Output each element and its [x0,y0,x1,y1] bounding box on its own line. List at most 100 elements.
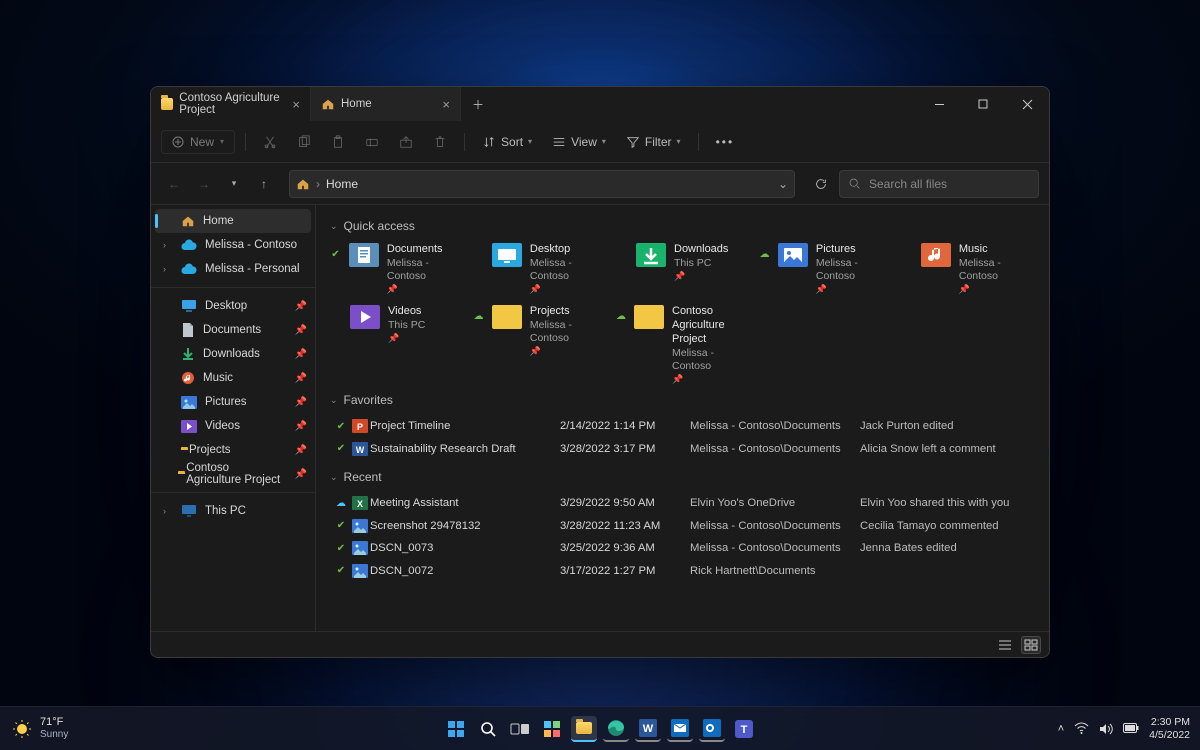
item-name: Pictures [816,243,892,257]
taskbar-outlook[interactable] [699,716,725,742]
start-button[interactable] [443,716,469,742]
system-clock[interactable]: 2:30 PM 4/5/2022 [1149,716,1190,741]
volume-icon[interactable] [1099,723,1113,735]
address-bar[interactable]: › Home ⌄ [289,170,795,198]
maximize-button[interactable] [961,87,1005,121]
file-row[interactable]: ✔WSustainability Research Draft3/28/2022… [330,438,1035,461]
pin-icon: 📌 [530,346,606,357]
share-button[interactable] [392,131,420,153]
close-button[interactable] [1005,87,1049,121]
recent-header[interactable]: ⌄Recent [330,470,1035,484]
taskbar-word[interactable]: W [635,716,661,742]
taskbar-teams[interactable]: T [731,716,757,742]
tab-active[interactable]: Home × [311,87,461,121]
pin-icon: 📌 [295,469,307,480]
file-row[interactable]: ✔Screenshot 294781323/28/2022 11:23 AMMe… [330,515,1035,538]
onedrive-icon [181,239,197,251]
refresh-button[interactable] [807,177,835,191]
file-date: 3/28/2022 11:23 AM [560,520,690,532]
sidebar-item[interactable]: Desktop📌 [151,294,315,318]
taskbar-edge[interactable] [603,716,629,742]
sidebar-item[interactable]: Documents📌 [151,318,315,342]
up-button[interactable]: ↑ [251,171,277,197]
taskbar-weather[interactable]: 71°F Sunny [0,716,68,741]
tray-chevron-up-icon[interactable]: ˄ [1058,723,1064,735]
quick-access-item[interactable]: ☁PicturesMelissa - Contoso📌 [759,241,892,297]
sidebar-item[interactable]: Pictures📌 [151,390,315,414]
file-row[interactable]: ✔PProject Timeline2/14/2022 1:14 PMMelis… [330,415,1035,438]
more-button[interactable]: ••• [709,131,742,153]
file-row[interactable]: ✔DSCN_00723/17/2022 1:27 PMRick Hartnett… [330,560,1035,583]
sidebar-item[interactable]: Videos📌 [151,414,315,438]
svg-text:P: P [357,422,363,432]
sort-button[interactable]: Sort▾ [475,131,539,153]
cloud-badge: ☁ [330,498,352,509]
quick-access-header[interactable]: ⌄Quick access [330,219,1035,233]
pin-icon: 📌 [295,445,307,456]
file-date: 2/14/2022 1:14 PM [560,420,690,432]
recent-locations-button[interactable]: ▾ [221,171,247,197]
filter-button[interactable]: Filter▾ [619,131,688,153]
quick-access-item[interactable]: DesktopMelissa - Contoso📌 [473,241,606,297]
forward-button[interactable]: → [191,171,217,197]
sidebar-item[interactable]: Home [155,209,311,233]
sidebar-item[interactable]: ›This PC [151,499,315,523]
task-view-button[interactable] [507,716,533,742]
wifi-icon[interactable] [1074,722,1089,735]
quick-access-item[interactable]: DownloadsThis PC📌 [616,241,749,297]
file-location: Rick Hartnett\Documents [690,565,860,577]
rename-button[interactable] [358,131,386,153]
sidebar-item[interactable]: ›Melissa - Personal [151,257,315,281]
cloud-badge: ☁ [473,311,484,322]
battery-icon[interactable] [1123,723,1139,734]
widgets-button[interactable] [539,716,565,742]
tab-close-button[interactable]: × [442,97,450,112]
weather-temp: 71°F [40,716,68,729]
tiles-view-button[interactable] [1021,636,1041,654]
breadcrumb-segment[interactable]: Home [326,177,358,191]
sidebar: Home›Melissa - Contoso›Melissa - Persona… [151,205,316,631]
new-tab-button[interactable]: ＋ [461,87,495,121]
delete-button[interactable] [426,131,454,153]
sidebar-item[interactable]: Downloads📌 [151,342,315,366]
quick-access-item[interactable]: VideosThis PC📌 [330,303,463,387]
new-button[interactable]: New ▾ [161,130,235,154]
tab-label: Home [341,98,372,110]
chevron-right-icon[interactable]: › [163,506,173,516]
file-name: DSCN_0072 [370,565,560,577]
taskbar-mail[interactable] [667,716,693,742]
quick-access-item[interactable]: ✔DocumentsMelissa - Contoso📌 [330,241,463,297]
file-row[interactable]: ✔DSCN_00733/25/2022 9:36 AMMelissa - Con… [330,537,1035,560]
clock-date: 4/5/2022 [1149,729,1190,742]
taskbar-file-explorer[interactable] [571,716,597,742]
search-input[interactable]: Search all files [839,170,1039,198]
item-name: Projects [530,305,606,319]
favorites-header[interactable]: ⌄Favorites [330,393,1035,407]
toolbar: New ▾ Sort▾ View▾ Filter▾ ••• [151,121,1049,163]
quick-access-item[interactable]: MusicMelissa - Contoso📌 [902,241,1035,297]
sidebar-item[interactable]: Projects📌 [151,438,315,462]
chevron-right-icon[interactable]: › [163,264,173,274]
tab-close-button[interactable]: × [292,97,300,112]
copy-button[interactable] [290,131,318,153]
cut-button[interactable] [256,131,284,153]
sidebar-item[interactable]: Contoso Agriculture Project📌 [151,462,315,486]
file-location: Melissa - Contoso\Documents [690,443,860,455]
back-button[interactable]: ← [161,171,187,197]
file-activity: Alicia Snow left a comment [860,443,1035,455]
sidebar-item[interactable]: ›Melissa - Contoso [151,233,315,257]
minimize-button[interactable] [917,87,961,121]
paste-button[interactable] [324,131,352,153]
view-button[interactable]: View▾ [545,131,613,153]
quick-access-item[interactable]: ☁ProjectsMelissa - Contoso📌 [473,303,606,387]
quick-access-item[interactable]: ☁Contoso Agriculture ProjectMelissa - Co… [616,303,749,387]
file-date: 3/25/2022 9:36 AM [560,542,690,554]
tab[interactable]: Contoso Agriculture Project× [151,87,311,121]
address-dropdown[interactable]: ⌄ [778,177,788,191]
details-view-button[interactable] [995,636,1015,654]
sidebar-item[interactable]: Music📌 [151,366,315,390]
file-row[interactable]: ☁XMeeting Assistant3/29/2022 9:50 AMElvi… [330,492,1035,515]
search-button[interactable] [475,716,501,742]
pin-icon: 📌 [530,284,606,295]
chevron-right-icon[interactable]: › [163,240,173,250]
